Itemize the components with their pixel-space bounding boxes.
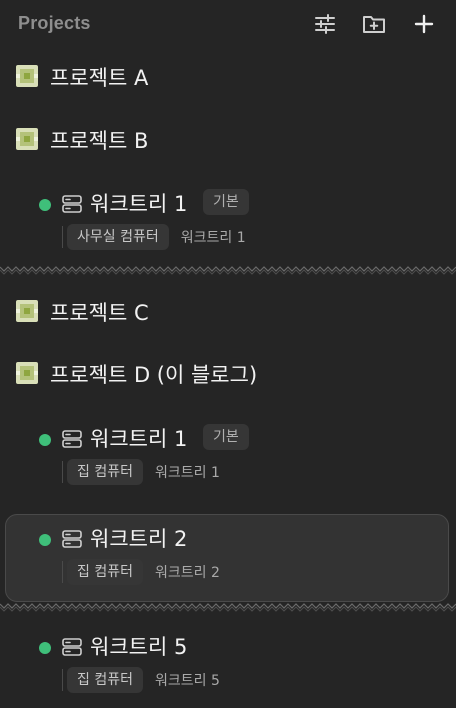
filter-settings-button[interactable] xyxy=(312,11,338,37)
project-row[interactable]: 프로젝트 B xyxy=(0,119,456,159)
worktree-row[interactable]: 워크트리 5 집 컴퓨터 워크트리 5 xyxy=(0,629,456,695)
worktree-meta: 집 컴퓨터 워크트리 1 xyxy=(62,459,220,485)
add-project-button[interactable] xyxy=(411,11,437,37)
branch-label: 워크트리 1 xyxy=(154,465,220,481)
project-row[interactable]: 프로젝트 C xyxy=(0,291,456,331)
status-dot xyxy=(39,534,51,546)
machine-chip: 집 컴퓨터 xyxy=(67,559,143,585)
project-icon xyxy=(16,128,38,150)
worktree-name: 워크트리 1 xyxy=(90,427,188,451)
default-badge: 기본 xyxy=(203,424,249,450)
worktree-meta: 사무실 컴퓨터 워크트리 1 xyxy=(62,224,246,250)
sliders-icon xyxy=(315,14,335,34)
project-row[interactable]: 프로젝트 A xyxy=(0,56,456,96)
project-icon xyxy=(16,300,38,322)
panel-title: Projects xyxy=(18,13,91,33)
tree-line xyxy=(62,669,63,691)
default-badge: 기본 xyxy=(203,189,249,215)
server-icon xyxy=(62,430,82,448)
folder-plus-icon xyxy=(363,16,385,33)
worktree-row-selected[interactable]: 워크트리 2 집 컴퓨터 워크트리 2 xyxy=(0,514,456,602)
worktree-row[interactable]: 워크트리 1 기본 사무실 컴퓨터 워크트리 1 xyxy=(0,186,456,252)
status-dot xyxy=(39,434,51,446)
projects-panel: Projects 프로젝트 A 프로젝트 B 워크트리 1 기본 사무실 컴퓨터… xyxy=(0,0,456,708)
machine-chip: 집 컴퓨터 xyxy=(67,667,143,693)
server-icon xyxy=(62,195,82,213)
tree-line xyxy=(62,226,63,248)
status-dot xyxy=(39,199,51,211)
project-row[interactable]: 프로젝트 D (이 블로그) xyxy=(0,353,456,393)
branch-label: 워크트리 1 xyxy=(180,230,246,246)
project-name: 프로젝트 C xyxy=(50,301,149,325)
tree-line xyxy=(62,561,63,583)
worktree-name: 워크트리 1 xyxy=(90,192,188,216)
section-divider xyxy=(0,266,456,275)
server-icon xyxy=(62,638,82,656)
plus-icon xyxy=(414,14,434,34)
project-name: 프로젝트 B xyxy=(50,129,149,153)
project-icon xyxy=(16,362,38,384)
project-name: 프로젝트 A xyxy=(50,66,149,90)
server-icon xyxy=(62,530,82,548)
panel-header: Projects xyxy=(0,0,456,50)
worktree-row[interactable]: 워크트리 1 기본 집 컴퓨터 워크트리 1 xyxy=(0,421,456,487)
new-folder-button[interactable] xyxy=(361,11,387,37)
worktree-meta: 집 컴퓨터 워크트리 2 xyxy=(62,559,220,585)
machine-chip: 집 컴퓨터 xyxy=(67,459,143,485)
section-divider xyxy=(0,603,456,612)
worktree-name: 워크트리 5 xyxy=(90,635,188,659)
project-icon xyxy=(16,65,38,87)
tree-line xyxy=(62,461,63,483)
status-dot xyxy=(39,642,51,654)
project-name: 프로젝트 D (이 블로그) xyxy=(50,363,258,387)
worktree-name: 워크트리 2 xyxy=(90,527,188,551)
selection-highlight xyxy=(5,514,449,602)
branch-label: 워크트리 5 xyxy=(154,673,220,689)
worktree-meta: 집 컴퓨터 워크트리 5 xyxy=(62,667,220,693)
machine-chip: 사무실 컴퓨터 xyxy=(67,224,169,250)
branch-label: 워크트리 2 xyxy=(154,565,220,581)
